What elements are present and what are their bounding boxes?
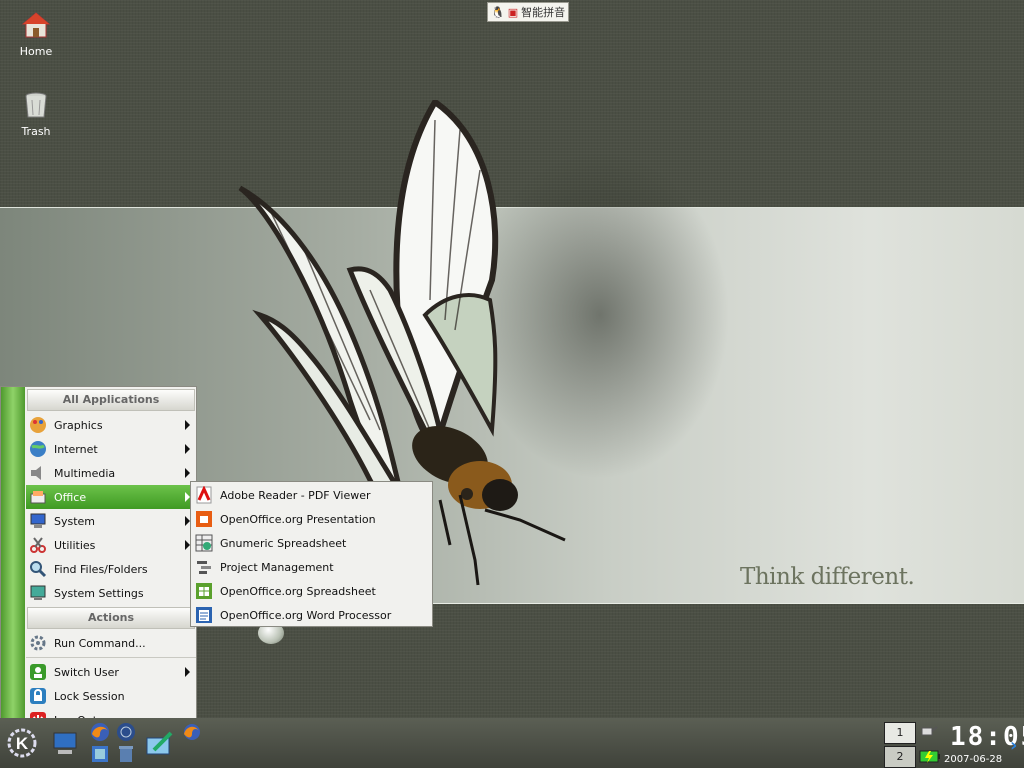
firefox-launcher[interactable] xyxy=(88,722,112,742)
clock-date: 2007-06-28 xyxy=(944,754,1003,765)
svg-text:K: K xyxy=(16,734,29,753)
scissors-icon xyxy=(28,535,48,555)
menu-item-switch-user[interactable]: Switch User xyxy=(26,660,196,684)
trash-icon xyxy=(25,92,47,118)
menu-item-label: Graphics xyxy=(54,418,103,432)
office-icon xyxy=(28,487,48,507)
desktop-computer-launcher[interactable] xyxy=(50,726,80,760)
submenu-item-label: OpenOffice.org Word Processor xyxy=(220,608,392,622)
submenu-item-label: OpenOffice.org Presentation xyxy=(220,512,376,526)
firefox-icon xyxy=(184,724,200,740)
menu-item-label: Find Files/Folders xyxy=(54,562,148,576)
input-method-indicator[interactable]: 🐧 ▣ 智能拼音 xyxy=(487,2,570,22)
menu-item-graphics[interactable]: Graphics xyxy=(26,413,196,437)
menu-separator xyxy=(26,657,196,658)
firefox-task[interactable] xyxy=(182,722,202,742)
home-desktop-icon[interactable]: Home xyxy=(4,10,68,58)
menu-item-system[interactable]: System xyxy=(26,509,196,533)
spreadsheet-icon xyxy=(194,581,214,601)
submenu-item-label: Gnumeric Spreadsheet xyxy=(220,536,347,550)
padlock-icon xyxy=(28,686,48,706)
network-launcher[interactable] xyxy=(114,722,138,742)
submenu-item-label: OpenOffice.org Spreadsheet xyxy=(220,584,376,598)
submenu-item-gnumeric[interactable]: Gnumeric Spreadsheet xyxy=(191,531,432,555)
submenu-arrow-icon xyxy=(185,667,190,677)
menu-item-system-settings[interactable]: System Settings xyxy=(26,581,196,605)
ime-label: 智能拼音 xyxy=(521,6,566,19)
submenu-item-adobe-reader[interactable]: Adobe Reader - PDF Viewer xyxy=(191,483,432,507)
menu-item-multimedia[interactable]: Multimedia xyxy=(26,461,196,485)
home-folder-icon xyxy=(21,12,51,38)
home-icon-label: Home xyxy=(19,45,53,58)
submenu-arrow-icon xyxy=(185,468,190,478)
submenu-item-label: Adobe Reader - PDF Viewer xyxy=(220,488,371,502)
menu-item-find-files[interactable]: Find Files/Folders xyxy=(26,557,196,581)
gantt-icon xyxy=(194,557,214,577)
speaker-icon xyxy=(28,463,48,483)
workspace-icon xyxy=(92,746,108,762)
globe-icon xyxy=(117,723,135,741)
submenu-item-oo-presentation[interactable]: OpenOffice.org Presentation xyxy=(191,507,432,531)
word-processor-icon xyxy=(194,605,214,625)
submenu-item-oo-word[interactable]: OpenOffice.org Word Processor xyxy=(191,603,432,627)
lock-icon: ▣ xyxy=(507,5,519,19)
submenu-arrow-icon xyxy=(185,444,190,454)
pager-desktop-2[interactable]: 2 xyxy=(884,746,916,768)
menu-item-label: System xyxy=(54,514,96,528)
menu-item-label: Switch User xyxy=(54,665,119,679)
menu-item-office[interactable]: Office xyxy=(26,485,196,509)
k-menu: All Applications Graphics Internet Multi… xyxy=(0,386,197,728)
editor-launcher[interactable] xyxy=(142,724,176,762)
pager-desktop-1[interactable]: 1 xyxy=(884,722,916,744)
taskbar: K 1 2 xyxy=(0,718,1024,768)
trash-launcher[interactable] xyxy=(114,744,138,764)
submenu-item-project-management[interactable]: Project Management xyxy=(191,555,432,579)
office-submenu: Adobe Reader - PDF Viewer OpenOffice.org… xyxy=(190,481,433,627)
k-menu-button[interactable]: K xyxy=(4,724,40,762)
battery-icon xyxy=(919,750,940,763)
trash-desktop-icon[interactable]: Trash xyxy=(4,90,68,138)
wallpaper-tagline: Think different. xyxy=(740,564,915,590)
settings-monitor-icon xyxy=(28,583,48,603)
trash-icon xyxy=(119,746,133,762)
network-tray[interactable] xyxy=(918,722,940,742)
computer-icon xyxy=(28,511,48,531)
presentation-icon xyxy=(194,509,214,529)
gnumeric-icon xyxy=(194,533,214,553)
computer-icon xyxy=(53,732,77,754)
menu-item-label: System Settings xyxy=(54,586,144,600)
submenu-item-oo-spreadsheet[interactable]: OpenOffice.org Spreadsheet xyxy=(191,579,432,603)
magnifier-icon xyxy=(28,559,48,579)
penguin-icon: 🐧 xyxy=(491,5,505,19)
pencil-notepad-icon xyxy=(146,731,173,755)
firefox-icon xyxy=(91,723,109,741)
menu-item-label: Lock Session xyxy=(54,689,125,703)
user-icon xyxy=(28,662,48,682)
menu-item-label: Multimedia xyxy=(54,466,116,480)
menu-item-internet[interactable]: Internet xyxy=(26,437,196,461)
menu-item-label: Office xyxy=(54,490,87,504)
k-menu-side-bar xyxy=(1,387,25,718)
pdf-icon xyxy=(194,485,214,505)
globe-icon xyxy=(28,439,48,459)
trash-icon-label: Trash xyxy=(21,125,51,138)
menu-item-label: Run Command... xyxy=(54,636,146,650)
panel-expand-arrow-icon[interactable]: › xyxy=(1010,736,1022,756)
menu-item-label: Internet xyxy=(54,442,98,456)
menu-item-label: Utilities xyxy=(54,538,96,552)
network-plug-icon xyxy=(921,726,938,736)
menu-item-lock-session[interactable]: Lock Session xyxy=(26,684,196,708)
kde-logo-icon: K xyxy=(7,728,37,758)
battery-tray[interactable] xyxy=(918,746,942,766)
menu-item-utilities[interactable]: Utilities xyxy=(26,533,196,557)
submenu-arrow-icon xyxy=(185,420,190,430)
gears-icon xyxy=(28,633,48,653)
menu-item-run-command[interactable]: Run Command... xyxy=(26,631,196,655)
workspace-launcher[interactable] xyxy=(88,744,112,764)
submenu-item-label: Project Management xyxy=(220,560,334,574)
palette-icon xyxy=(28,415,48,435)
all-applications-header: All Applications xyxy=(27,389,195,411)
actions-header: Actions xyxy=(27,607,195,629)
